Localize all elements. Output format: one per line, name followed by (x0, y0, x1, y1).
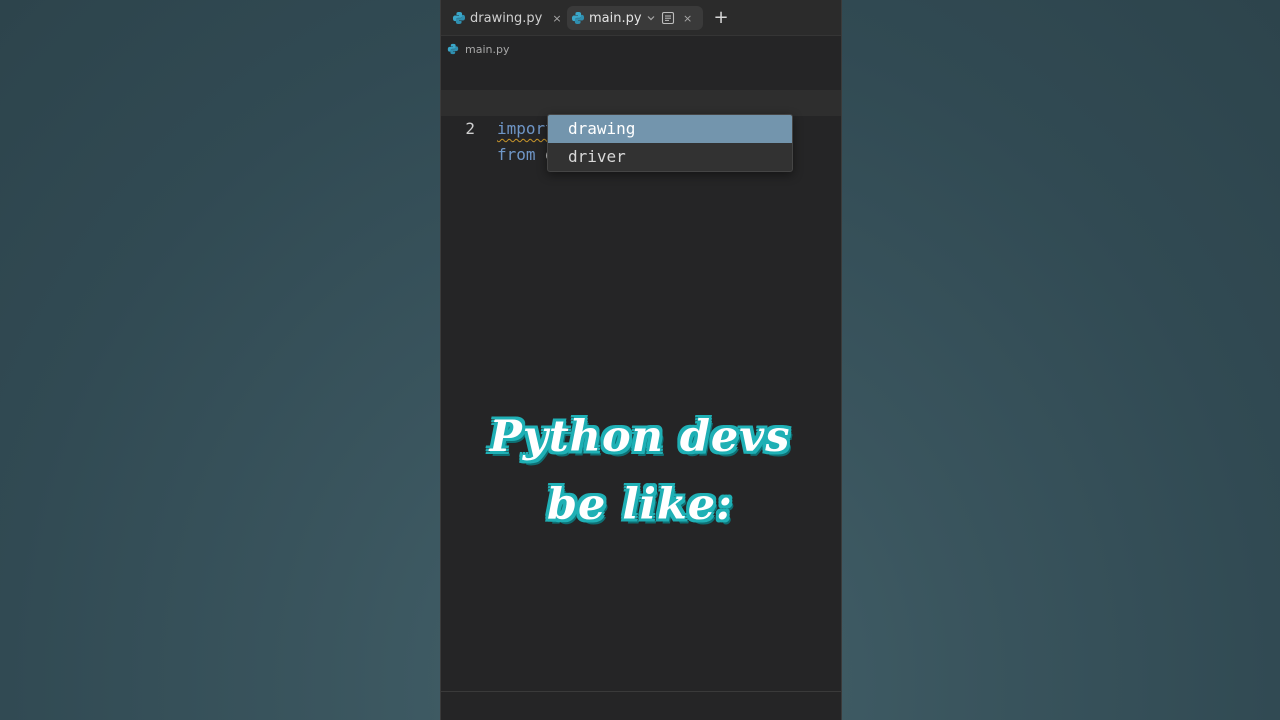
breadcrumb-file[interactable]: main.py (465, 43, 509, 56)
close-icon[interactable]: × (682, 12, 694, 25)
suggestion-item-drawing[interactable]: drawing (548, 115, 792, 143)
status-bar (441, 691, 841, 720)
caption-line-2: be like: (546, 480, 734, 530)
autocomplete-dropdown: drawing driver (547, 114, 793, 172)
tab-label: drawing.py (470, 10, 543, 26)
tab-drawing-py[interactable]: drawing.py × (449, 6, 562, 30)
line-number: 2 (465, 119, 475, 138)
close-icon[interactable]: × (552, 12, 561, 25)
code-line[interactable]: 1 import turtle as tl (441, 64, 841, 138)
breadcrumb: main.py (447, 40, 509, 58)
python-icon (452, 11, 466, 25)
tab-label: main.py (589, 10, 642, 26)
add-tab-button[interactable]: + (711, 7, 731, 29)
suggestion-item-driver[interactable]: driver (548, 143, 792, 171)
python-icon (571, 11, 585, 25)
tab-main-py[interactable]: main.py × (567, 6, 703, 30)
python-icon (447, 43, 459, 55)
tab-bar: drawing.py × main.py × + (441, 0, 841, 36)
code-editor: drawing.py × main.py × + main.py 1 impor… (440, 0, 842, 720)
chevron-down-icon[interactable] (646, 13, 656, 23)
code-line-current[interactable]: 2 from dr (441, 90, 841, 164)
caption-line-1: Python devs (489, 412, 791, 462)
code-area[interactable]: 1 import turtle as tl 2 from dr (441, 64, 841, 164)
preview-icon[interactable] (661, 11, 675, 25)
keyword-from: from (497, 145, 536, 164)
